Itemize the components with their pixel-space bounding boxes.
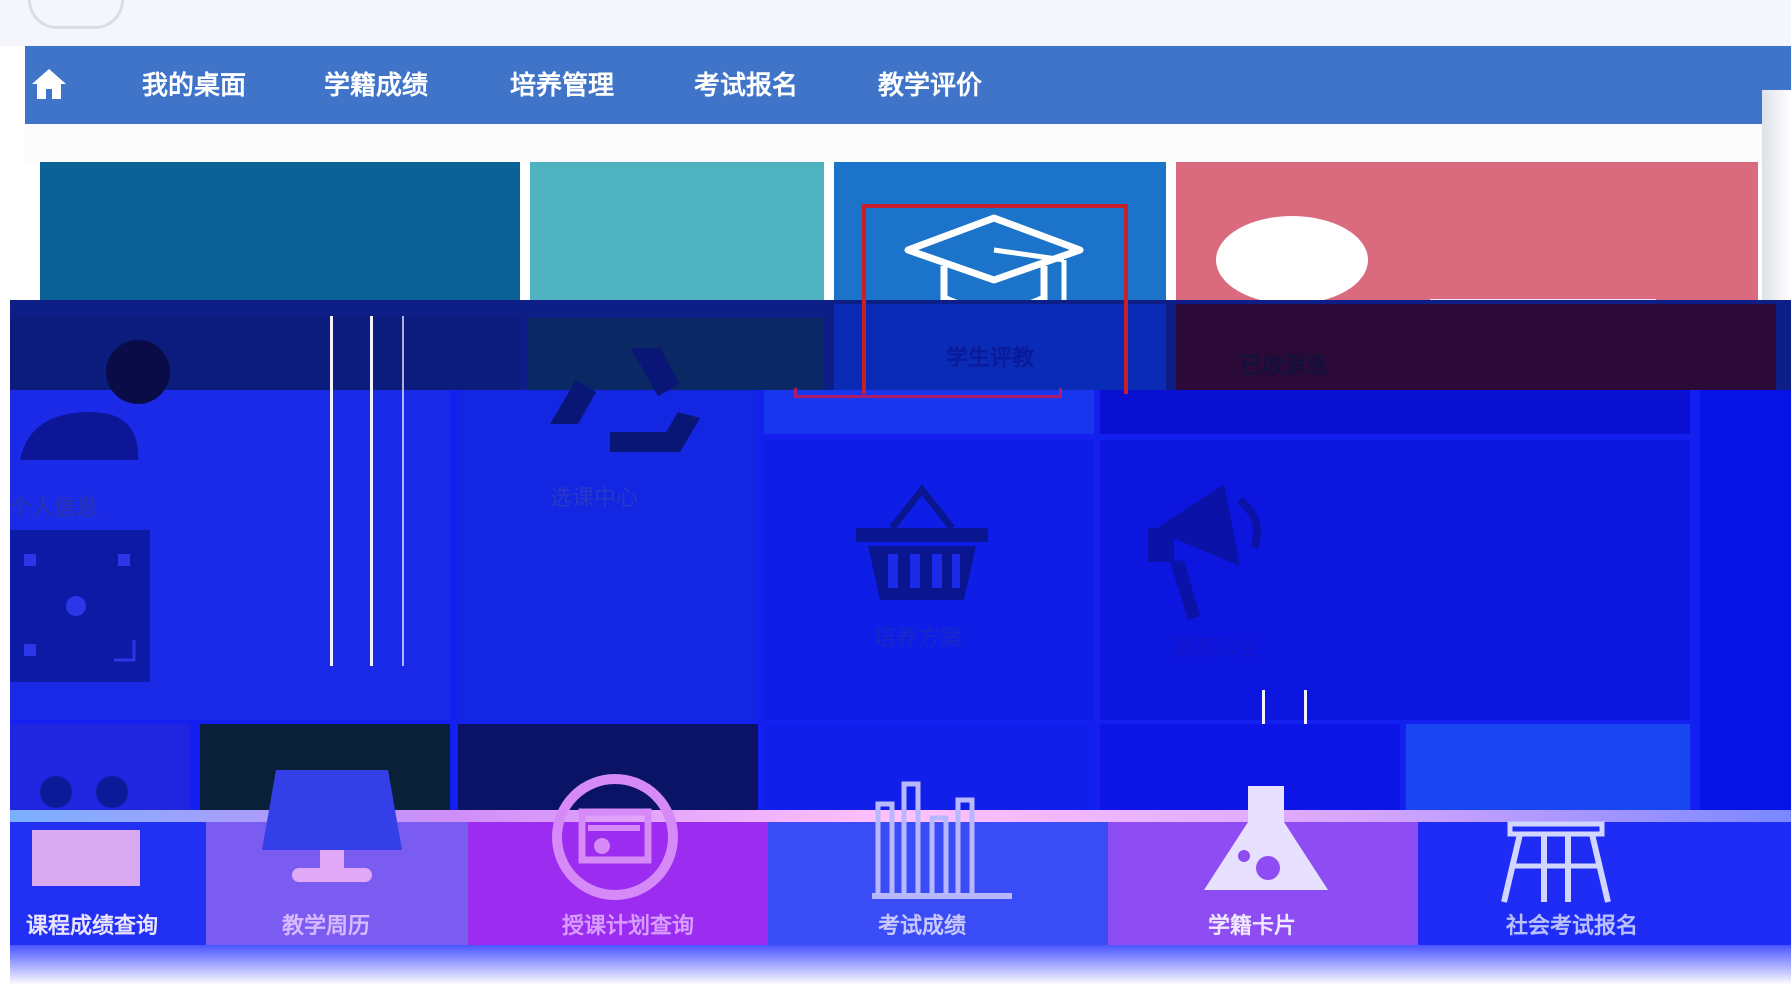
- teaching-calendar-label: 教学周历: [282, 914, 371, 939]
- artifact-line: [370, 316, 373, 666]
- personal-info-label: 个人信息: [10, 496, 99, 521]
- highlight-frame-bottom: [794, 388, 1062, 398]
- flask-icon: [1196, 786, 1336, 902]
- notice-label: 通知公告: [1172, 636, 1261, 661]
- home-icon[interactable]: [30, 66, 68, 102]
- nav-item-status-grades[interactable]: 学籍成绩: [324, 68, 428, 104]
- course-grades-label: 课程成绩查询: [26, 914, 159, 939]
- artifact-line: [402, 316, 404, 666]
- top-header-strip: [0, 0, 1791, 46]
- right-blue-margin: [1700, 390, 1791, 830]
- highlight-frame: [862, 204, 1128, 394]
- monitor-icon: [262, 770, 402, 890]
- social-exam-label: 社会考试报名: [1506, 914, 1639, 939]
- folder-icon: [30, 770, 142, 888]
- nav-item-teaching-evaluation[interactable]: 教学评价: [878, 68, 982, 104]
- recycle-icon: [540, 340, 720, 460]
- user-icon: [20, 338, 170, 468]
- bar-chart-icon: [872, 774, 1012, 900]
- tile-notice-top: [1100, 390, 1690, 434]
- bottom-fade: [10, 945, 1791, 985]
- school-logo: [28, 0, 124, 29]
- received-messages-label: 已收消息: [1240, 354, 1329, 379]
- nav-item-training[interactable]: 培养管理: [510, 68, 614, 104]
- stool-icon: [1500, 804, 1612, 904]
- scan-icon: [10, 530, 150, 682]
- right-edge-shadow: [1762, 90, 1791, 310]
- nav-item-desktop[interactable]: 我的桌面: [142, 68, 246, 104]
- teaching-plan-query-label: 授课计划查询: [562, 914, 695, 939]
- megaphone-icon: [1144, 470, 1284, 620]
- tile-profile-top[interactable]: [40, 162, 520, 320]
- basket-icon: [852, 484, 992, 604]
- exam-scores-label: 考试成绩: [878, 914, 967, 939]
- artifact-line: [330, 316, 333, 666]
- nav-spacer: [25, 124, 1765, 162]
- course-selection-label: 选课中心: [550, 486, 639, 511]
- nav-item-exam-registration[interactable]: 考试报名: [694, 68, 798, 104]
- status-card-label: 学籍卡片: [1208, 914, 1297, 939]
- tile-course-top[interactable]: [530, 162, 824, 320]
- document-circle-icon: [550, 772, 680, 902]
- training-plan-label: 培养方案: [874, 626, 963, 651]
